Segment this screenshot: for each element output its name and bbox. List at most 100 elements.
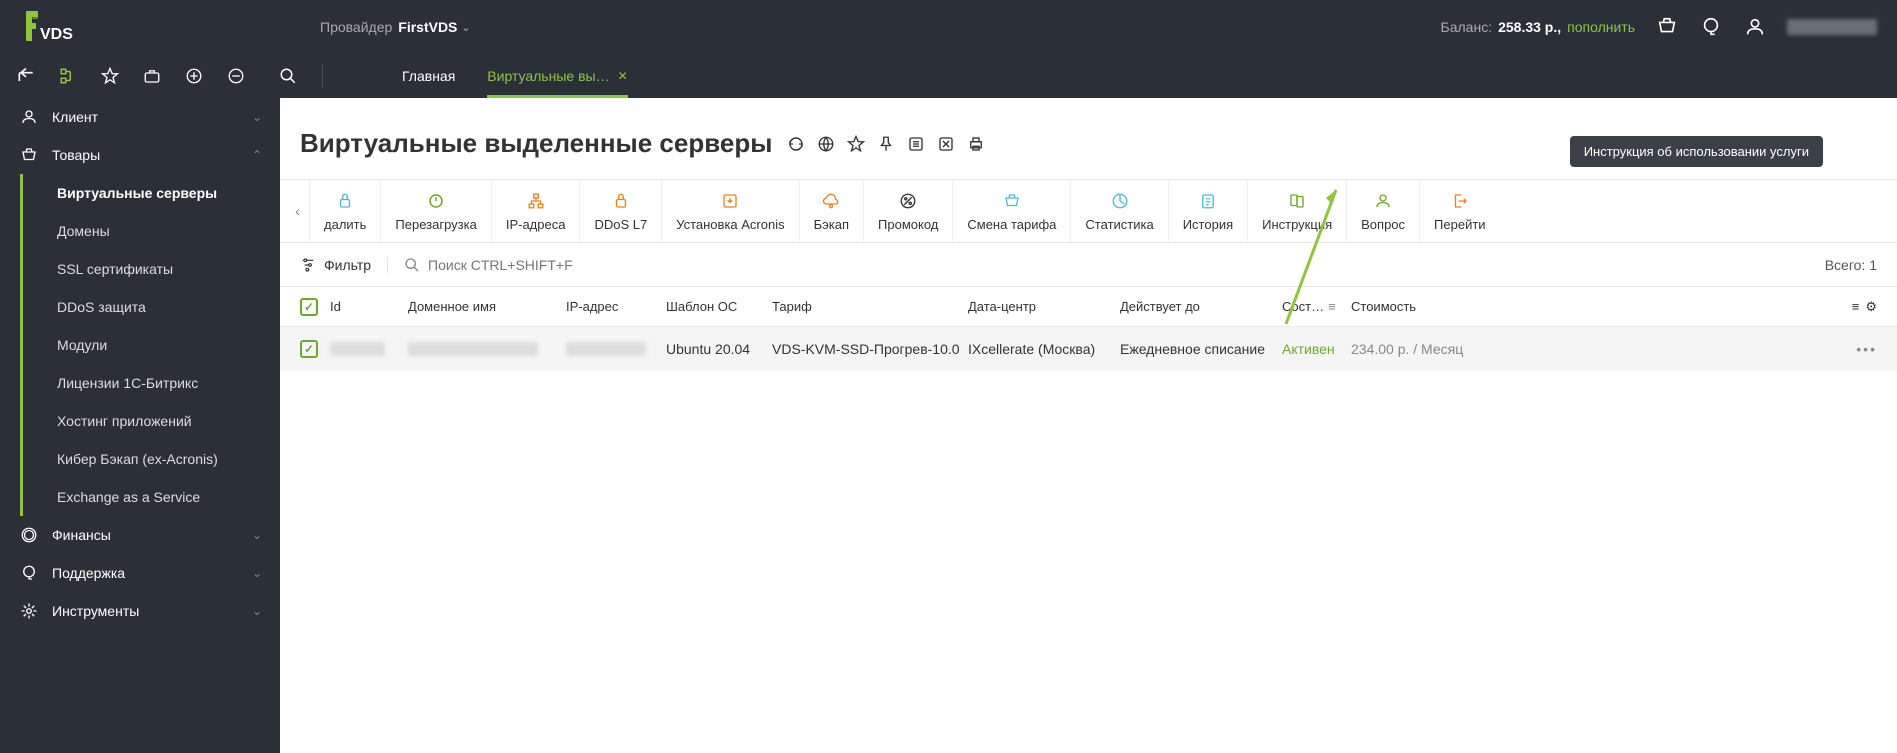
sidebar-support-label: Поддержка — [52, 565, 252, 581]
svg-text:st: st — [32, 14, 39, 21]
finance-icon — [18, 524, 40, 546]
chevron-down-icon: ⌄ — [252, 528, 262, 542]
sidebar-sub-backup[interactable]: Кибер Бэкап (ex-Acronis) — [43, 440, 280, 478]
network-icon — [526, 191, 546, 211]
headset-icon — [18, 562, 40, 584]
action-ip-label: IP-адреса — [506, 217, 566, 232]
search-icon[interactable] — [272, 60, 304, 92]
logo[interactable]: stVDS — [20, 9, 80, 45]
action-history[interactable]: История — [1169, 180, 1248, 242]
sidebar-sub-exchange[interactable]: Exchange as a Service — [43, 478, 280, 516]
chevron-up-icon: ⌃ — [252, 148, 262, 162]
chevron-down-icon: ⌄ — [252, 604, 262, 618]
balance-value: 258.33 р., — [1498, 19, 1561, 35]
sidebar-item-goods[interactable]: Товары ⌃ — [0, 136, 280, 174]
action-acronis[interactable]: Установка Acronis — [662, 180, 799, 242]
page-title: Виртуальные выделенные серверы — [300, 128, 772, 159]
briefcase-icon[interactable] — [136, 60, 168, 92]
filter-label: Фильтр — [324, 257, 371, 273]
action-acronis-label: Установка Acronis — [676, 217, 784, 232]
shield-icon — [612, 191, 630, 211]
minus-icon[interactable] — [220, 60, 252, 92]
power-icon — [427, 191, 445, 211]
back-icon[interactable] — [10, 60, 42, 92]
row-domain-blur — [408, 342, 538, 356]
row-ip-blur — [566, 342, 646, 356]
row-check-icon[interactable]: ✓ — [300, 340, 318, 358]
cart-icon[interactable] — [1655, 15, 1679, 39]
exit-icon — [1451, 191, 1469, 211]
percent-icon — [899, 191, 917, 211]
print-icon[interactable] — [966, 134, 986, 154]
th-os[interactable]: Шаблон ОС — [666, 299, 772, 314]
sidebar-sub-ddos[interactable]: DDoS защита — [43, 288, 280, 326]
chevron-down-icon[interactable]: ⌄ — [461, 21, 470, 34]
sidebar-sub-bitrix[interactable]: Лицензии 1С-Битрикс — [43, 364, 280, 402]
provider-name: FirstVDS — [398, 19, 457, 35]
user-icon[interactable] — [1743, 15, 1767, 39]
th-tariff[interactable]: Тариф — [772, 299, 968, 314]
search-input[interactable] — [428, 257, 1825, 273]
th-dc[interactable]: Дата-центр — [968, 299, 1120, 314]
total-label: Всего: 1 — [1825, 257, 1877, 273]
action-question-label: Вопрос — [1361, 217, 1405, 232]
tree-icon[interactable] — [52, 60, 84, 92]
refresh-icon[interactable] — [786, 134, 806, 154]
star-outline-icon[interactable] — [846, 134, 866, 154]
globe-icon[interactable] — [816, 134, 836, 154]
th-expires[interactable]: Действует до — [1120, 299, 1282, 314]
action-stats[interactable]: Статистика — [1071, 180, 1168, 242]
menu-icon[interactable]: ≡ — [1852, 299, 1860, 315]
row-cost: 234.00 р. / Месяц — [1351, 341, 1827, 357]
scroll-left-icon[interactable]: ‹ — [286, 180, 310, 242]
sidebar-sub-ssl[interactable]: SSL сертификаты — [43, 250, 280, 288]
th-check[interactable]: ✓ — [300, 298, 330, 316]
sidebar-item-finance[interactable]: Финансы ⌄ — [0, 516, 280, 554]
action-backup[interactable]: Бэкап — [800, 180, 864, 242]
action-question[interactable]: Вопрос — [1347, 180, 1420, 242]
th-cost[interactable]: Стоимость — [1351, 299, 1827, 314]
username[interactable] — [1787, 19, 1877, 35]
sidebar-sub-domains[interactable]: Домены — [43, 212, 280, 250]
th-domain[interactable]: Доменное имя — [408, 299, 566, 314]
star-icon[interactable] — [94, 60, 126, 92]
filter-button[interactable]: Фильтр — [300, 257, 388, 273]
settings-icon[interactable]: ⚙ — [1865, 299, 1877, 315]
action-promo[interactable]: Промокод — [864, 180, 953, 242]
pin-icon[interactable] — [876, 134, 896, 154]
sidebar-item-client[interactable]: Клиент ⌄ — [0, 98, 280, 136]
action-delete[interactable]: далить — [310, 180, 381, 242]
row-menu-icon[interactable]: ••• — [1856, 341, 1877, 357]
cloud-icon — [821, 191, 841, 211]
th-ip[interactable]: IP-адрес — [566, 299, 666, 314]
action-ddos[interactable]: DDoS L7 — [580, 180, 662, 242]
sidebar-sub-hosting[interactable]: Хостинг приложений — [43, 402, 280, 440]
list-icon[interactable] — [906, 134, 926, 154]
basket-icon — [18, 144, 40, 166]
sidebar-client-label: Клиент — [52, 109, 252, 125]
export-icon[interactable] — [936, 134, 956, 154]
action-tariff[interactable]: Смена тарифа — [953, 180, 1071, 242]
plus-icon[interactable] — [178, 60, 210, 92]
sidebar-sub-modules[interactable]: Модули — [43, 326, 280, 364]
action-goto[interactable]: Перейти — [1420, 180, 1500, 242]
sidebar-finance-label: Финансы — [52, 527, 252, 543]
tab-close-icon[interactable]: ✕ — [618, 69, 628, 83]
sidebar-item-support[interactable]: Поддержка ⌄ — [0, 554, 280, 592]
person-icon — [18, 106, 40, 128]
tab-main[interactable]: Главная — [386, 54, 471, 98]
lock-icon — [336, 191, 354, 211]
th-id[interactable]: Id — [330, 299, 408, 314]
support-icon[interactable] — [1699, 15, 1723, 39]
sidebar-item-tools[interactable]: Инструменты ⌄ — [0, 592, 280, 630]
sidebar-sub-vds[interactable]: Виртуальные серверы — [43, 174, 280, 212]
action-history-label: История — [1183, 217, 1233, 232]
tab-vds[interactable]: Виртуальные вы… ✕ — [471, 54, 643, 98]
gear-icon — [18, 600, 40, 622]
balance-topup-link[interactable]: пополнить — [1567, 19, 1635, 35]
action-ip[interactable]: IP-адреса — [492, 180, 581, 242]
balance-label: Баланс: — [1441, 19, 1493, 35]
table-row[interactable]: ✓ Ubuntu 20.04 VDS-KVM-SSD-Прогрев-10.0 … — [280, 327, 1897, 371]
chevron-down-icon: ⌄ — [252, 110, 262, 124]
action-reboot[interactable]: Перезагрузка — [381, 180, 491, 242]
